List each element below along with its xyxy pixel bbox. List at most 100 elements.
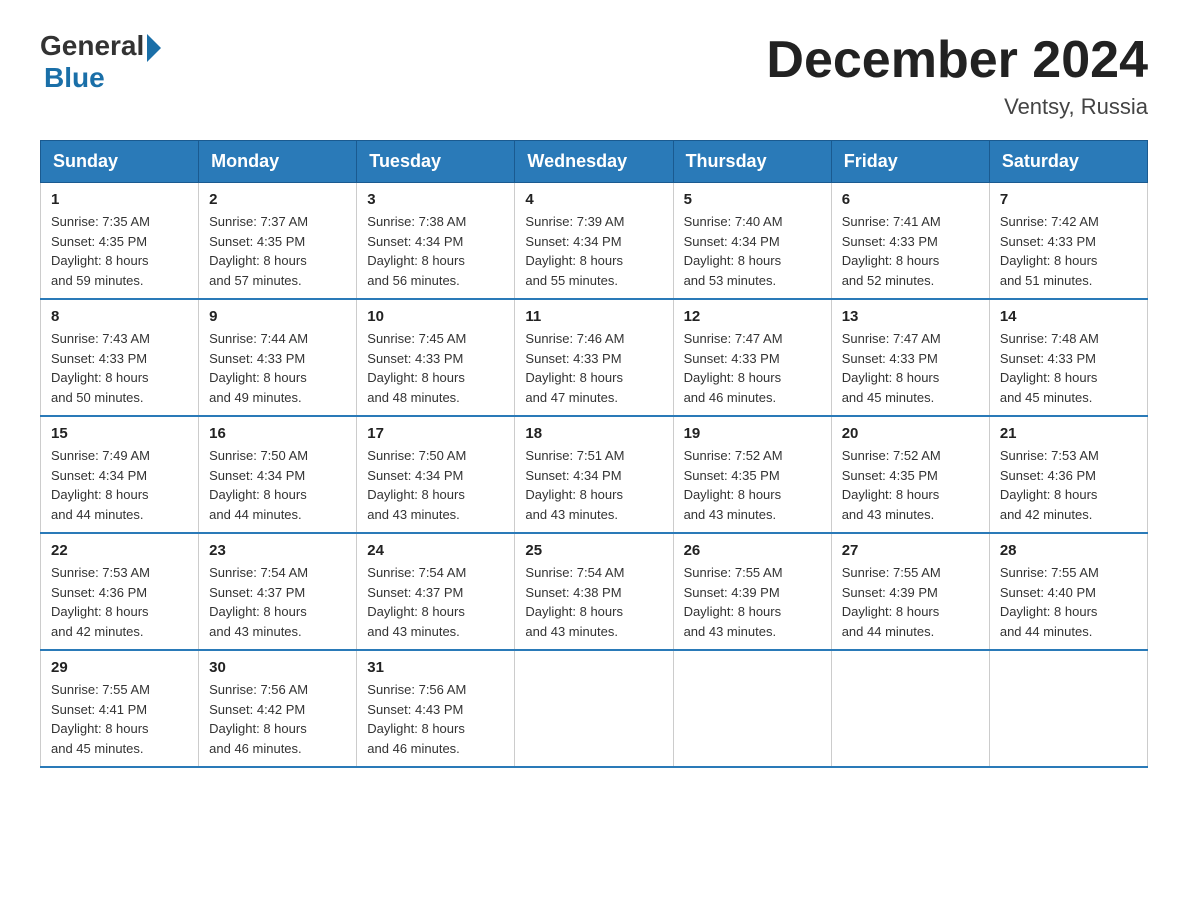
calendar-cell: 31 Sunrise: 7:56 AMSunset: 4:43 PMDayligh… [357,650,515,767]
calendar-cell: 30 Sunrise: 7:56 AMSunset: 4:42 PMDayligh… [199,650,357,767]
calendar-cell: 11 Sunrise: 7:46 AMSunset: 4:33 PMDayligh… [515,299,673,416]
day-number: 5 [684,191,821,208]
calendar-cell: 6 Sunrise: 7:41 AMSunset: 4:33 PMDaylight… [831,183,989,300]
day-number: 11 [525,308,662,325]
day-number: 25 [525,542,662,559]
day-info: Sunrise: 7:49 AMSunset: 4:34 PMDaylight:… [51,446,188,524]
calendar-weekday-header: Saturday [989,141,1147,183]
calendar-week-row: 8 Sunrise: 7:43 AMSunset: 4:33 PMDaylight… [41,299,1148,416]
day-info: Sunrise: 7:42 AMSunset: 4:33 PMDaylight:… [1000,212,1137,290]
day-info: Sunrise: 7:56 AMSunset: 4:43 PMDaylight:… [367,680,504,758]
day-number: 3 [367,191,504,208]
day-info: Sunrise: 7:54 AMSunset: 4:38 PMDaylight:… [525,563,662,641]
day-info: Sunrise: 7:44 AMSunset: 4:33 PMDaylight:… [209,329,346,407]
calendar-weekday-header: Wednesday [515,141,673,183]
day-info: Sunrise: 7:46 AMSunset: 4:33 PMDaylight:… [525,329,662,407]
calendar-cell: 9 Sunrise: 7:44 AMSunset: 4:33 PMDaylight… [199,299,357,416]
calendar-cell: 28 Sunrise: 7:55 AMSunset: 4:40 PMDayligh… [989,533,1147,650]
day-info: Sunrise: 7:43 AMSunset: 4:33 PMDaylight:… [51,329,188,407]
calendar-cell: 12Sunrise: 7:47 AMSunset: 4:33 PMDayligh… [673,299,831,416]
day-number: 8 [51,308,188,325]
calendar-weekday-header: Thursday [673,141,831,183]
calendar-cell: 25 Sunrise: 7:54 AMSunset: 4:38 PMDayligh… [515,533,673,650]
calendar-week-row: 29Sunrise: 7:55 AMSunset: 4:41 PMDayligh… [41,650,1148,767]
calendar-cell: 26Sunrise: 7:55 AMSunset: 4:39 PMDayligh… [673,533,831,650]
calendar-weekday-header: Sunday [41,141,199,183]
day-number: 4 [525,191,662,208]
calendar-cell: 21 Sunrise: 7:53 AMSunset: 4:36 PMDayligh… [989,416,1147,533]
day-info: Sunrise: 7:53 AMSunset: 4:36 PMDaylight:… [1000,446,1137,524]
month-title: December 2024 [766,30,1148,90]
calendar-cell: 13Sunrise: 7:47 AMSunset: 4:33 PMDayligh… [831,299,989,416]
day-info: Sunrise: 7:40 AMSunset: 4:34 PMDaylight:… [684,212,821,290]
calendar-cell: 27Sunrise: 7:55 AMSunset: 4:39 PMDayligh… [831,533,989,650]
day-info: Sunrise: 7:52 AMSunset: 4:35 PMDaylight:… [842,446,979,524]
day-info: Sunrise: 7:52 AMSunset: 4:35 PMDaylight:… [684,446,821,524]
calendar-cell: 5 Sunrise: 7:40 AMSunset: 4:34 PMDaylight… [673,183,831,300]
day-number: 17 [367,425,504,442]
day-info: Sunrise: 7:50 AMSunset: 4:34 PMDaylight:… [367,446,504,524]
calendar-cell: 24Sunrise: 7:54 AMSunset: 4:37 PMDayligh… [357,533,515,650]
day-number: 10 [367,308,504,325]
day-number: 13 [842,308,979,325]
day-number: 30 [209,659,346,676]
calendar-weekday-header: Friday [831,141,989,183]
day-info: Sunrise: 7:39 AMSunset: 4:34 PMDaylight:… [525,212,662,290]
calendar-week-row: 22Sunrise: 7:53 AMSunset: 4:36 PMDayligh… [41,533,1148,650]
calendar-cell [989,650,1147,767]
calendar-cell: 19 Sunrise: 7:52 AMSunset: 4:35 PMDayligh… [673,416,831,533]
day-number: 19 [684,425,821,442]
calendar-cell: 20 Sunrise: 7:52 AMSunset: 4:35 PMDayligh… [831,416,989,533]
logo: General Blue [40,30,161,94]
day-info: Sunrise: 7:56 AMSunset: 4:42 PMDaylight:… [209,680,346,758]
calendar-cell: 15 Sunrise: 7:49 AMSunset: 4:34 PMDayligh… [41,416,199,533]
day-info: Sunrise: 7:55 AMSunset: 4:40 PMDaylight:… [1000,563,1137,641]
calendar-cell: 3Sunrise: 7:38 AMSunset: 4:34 PMDaylight… [357,183,515,300]
location-text: Ventsy, Russia [766,94,1148,120]
calendar-cell: 17 Sunrise: 7:50 AMSunset: 4:34 PMDayligh… [357,416,515,533]
day-info: Sunrise: 7:53 AMSunset: 4:36 PMDaylight:… [51,563,188,641]
day-info: Sunrise: 7:48 AMSunset: 4:33 PMDaylight:… [1000,329,1137,407]
day-info: Sunrise: 7:55 AMSunset: 4:39 PMDaylight:… [842,563,979,641]
calendar-cell: 4 Sunrise: 7:39 AMSunset: 4:34 PMDaylight… [515,183,673,300]
calendar-cell: 16Sunrise: 7:50 AMSunset: 4:34 PMDayligh… [199,416,357,533]
calendar-cell [515,650,673,767]
day-info: Sunrise: 7:35 AMSunset: 4:35 PMDaylight:… [51,212,188,290]
calendar-cell: 10 Sunrise: 7:45 AMSunset: 4:33 PMDayligh… [357,299,515,416]
day-number: 31 [367,659,504,676]
day-info: Sunrise: 7:55 AMSunset: 4:39 PMDaylight:… [684,563,821,641]
logo-blue-text: Blue [44,62,105,94]
calendar-week-row: 1 Sunrise: 7:35 AMSunset: 4:35 PMDaylight… [41,183,1148,300]
day-number: 18 [525,425,662,442]
day-info: Sunrise: 7:41 AMSunset: 4:33 PMDaylight:… [842,212,979,290]
day-number: 15 [51,425,188,442]
day-number: 1 [51,191,188,208]
title-area: December 2024 Ventsy, Russia [766,30,1148,120]
day-info: Sunrise: 7:50 AMSunset: 4:34 PMDaylight:… [209,446,346,524]
day-info: Sunrise: 7:37 AMSunset: 4:35 PMDaylight:… [209,212,346,290]
calendar-cell [673,650,831,767]
day-number: 28 [1000,542,1137,559]
day-info: Sunrise: 7:45 AMSunset: 4:33 PMDaylight:… [367,329,504,407]
calendar-week-row: 15 Sunrise: 7:49 AMSunset: 4:34 PMDayligh… [41,416,1148,533]
day-number: 23 [209,542,346,559]
calendar-cell: 22Sunrise: 7:53 AMSunset: 4:36 PMDayligh… [41,533,199,650]
day-number: 6 [842,191,979,208]
calendar-cell: 29Sunrise: 7:55 AMSunset: 4:41 PMDayligh… [41,650,199,767]
day-number: 12 [684,308,821,325]
calendar-weekday-header: Monday [199,141,357,183]
day-number: 21 [1000,425,1137,442]
day-info: Sunrise: 7:54 AMSunset: 4:37 PMDaylight:… [209,563,346,641]
day-number: 9 [209,308,346,325]
page-header: General Blue December 2024 Ventsy, Russi… [40,30,1148,120]
day-info: Sunrise: 7:55 AMSunset: 4:41 PMDaylight:… [51,680,188,758]
day-info: Sunrise: 7:51 AMSunset: 4:34 PMDaylight:… [525,446,662,524]
calendar-table: SundayMondayTuesdayWednesdayThursdayFrid… [40,140,1148,768]
calendar-cell: 18 Sunrise: 7:51 AMSunset: 4:34 PMDayligh… [515,416,673,533]
calendar-cell: 8 Sunrise: 7:43 AMSunset: 4:33 PMDaylight… [41,299,199,416]
calendar-cell: 2 Sunrise: 7:37 AMSunset: 4:35 PMDaylight… [199,183,357,300]
calendar-cell: 14Sunrise: 7:48 AMSunset: 4:33 PMDayligh… [989,299,1147,416]
calendar-cell: 7Sunrise: 7:42 AMSunset: 4:33 PMDaylight… [989,183,1147,300]
day-number: 20 [842,425,979,442]
day-number: 2 [209,191,346,208]
